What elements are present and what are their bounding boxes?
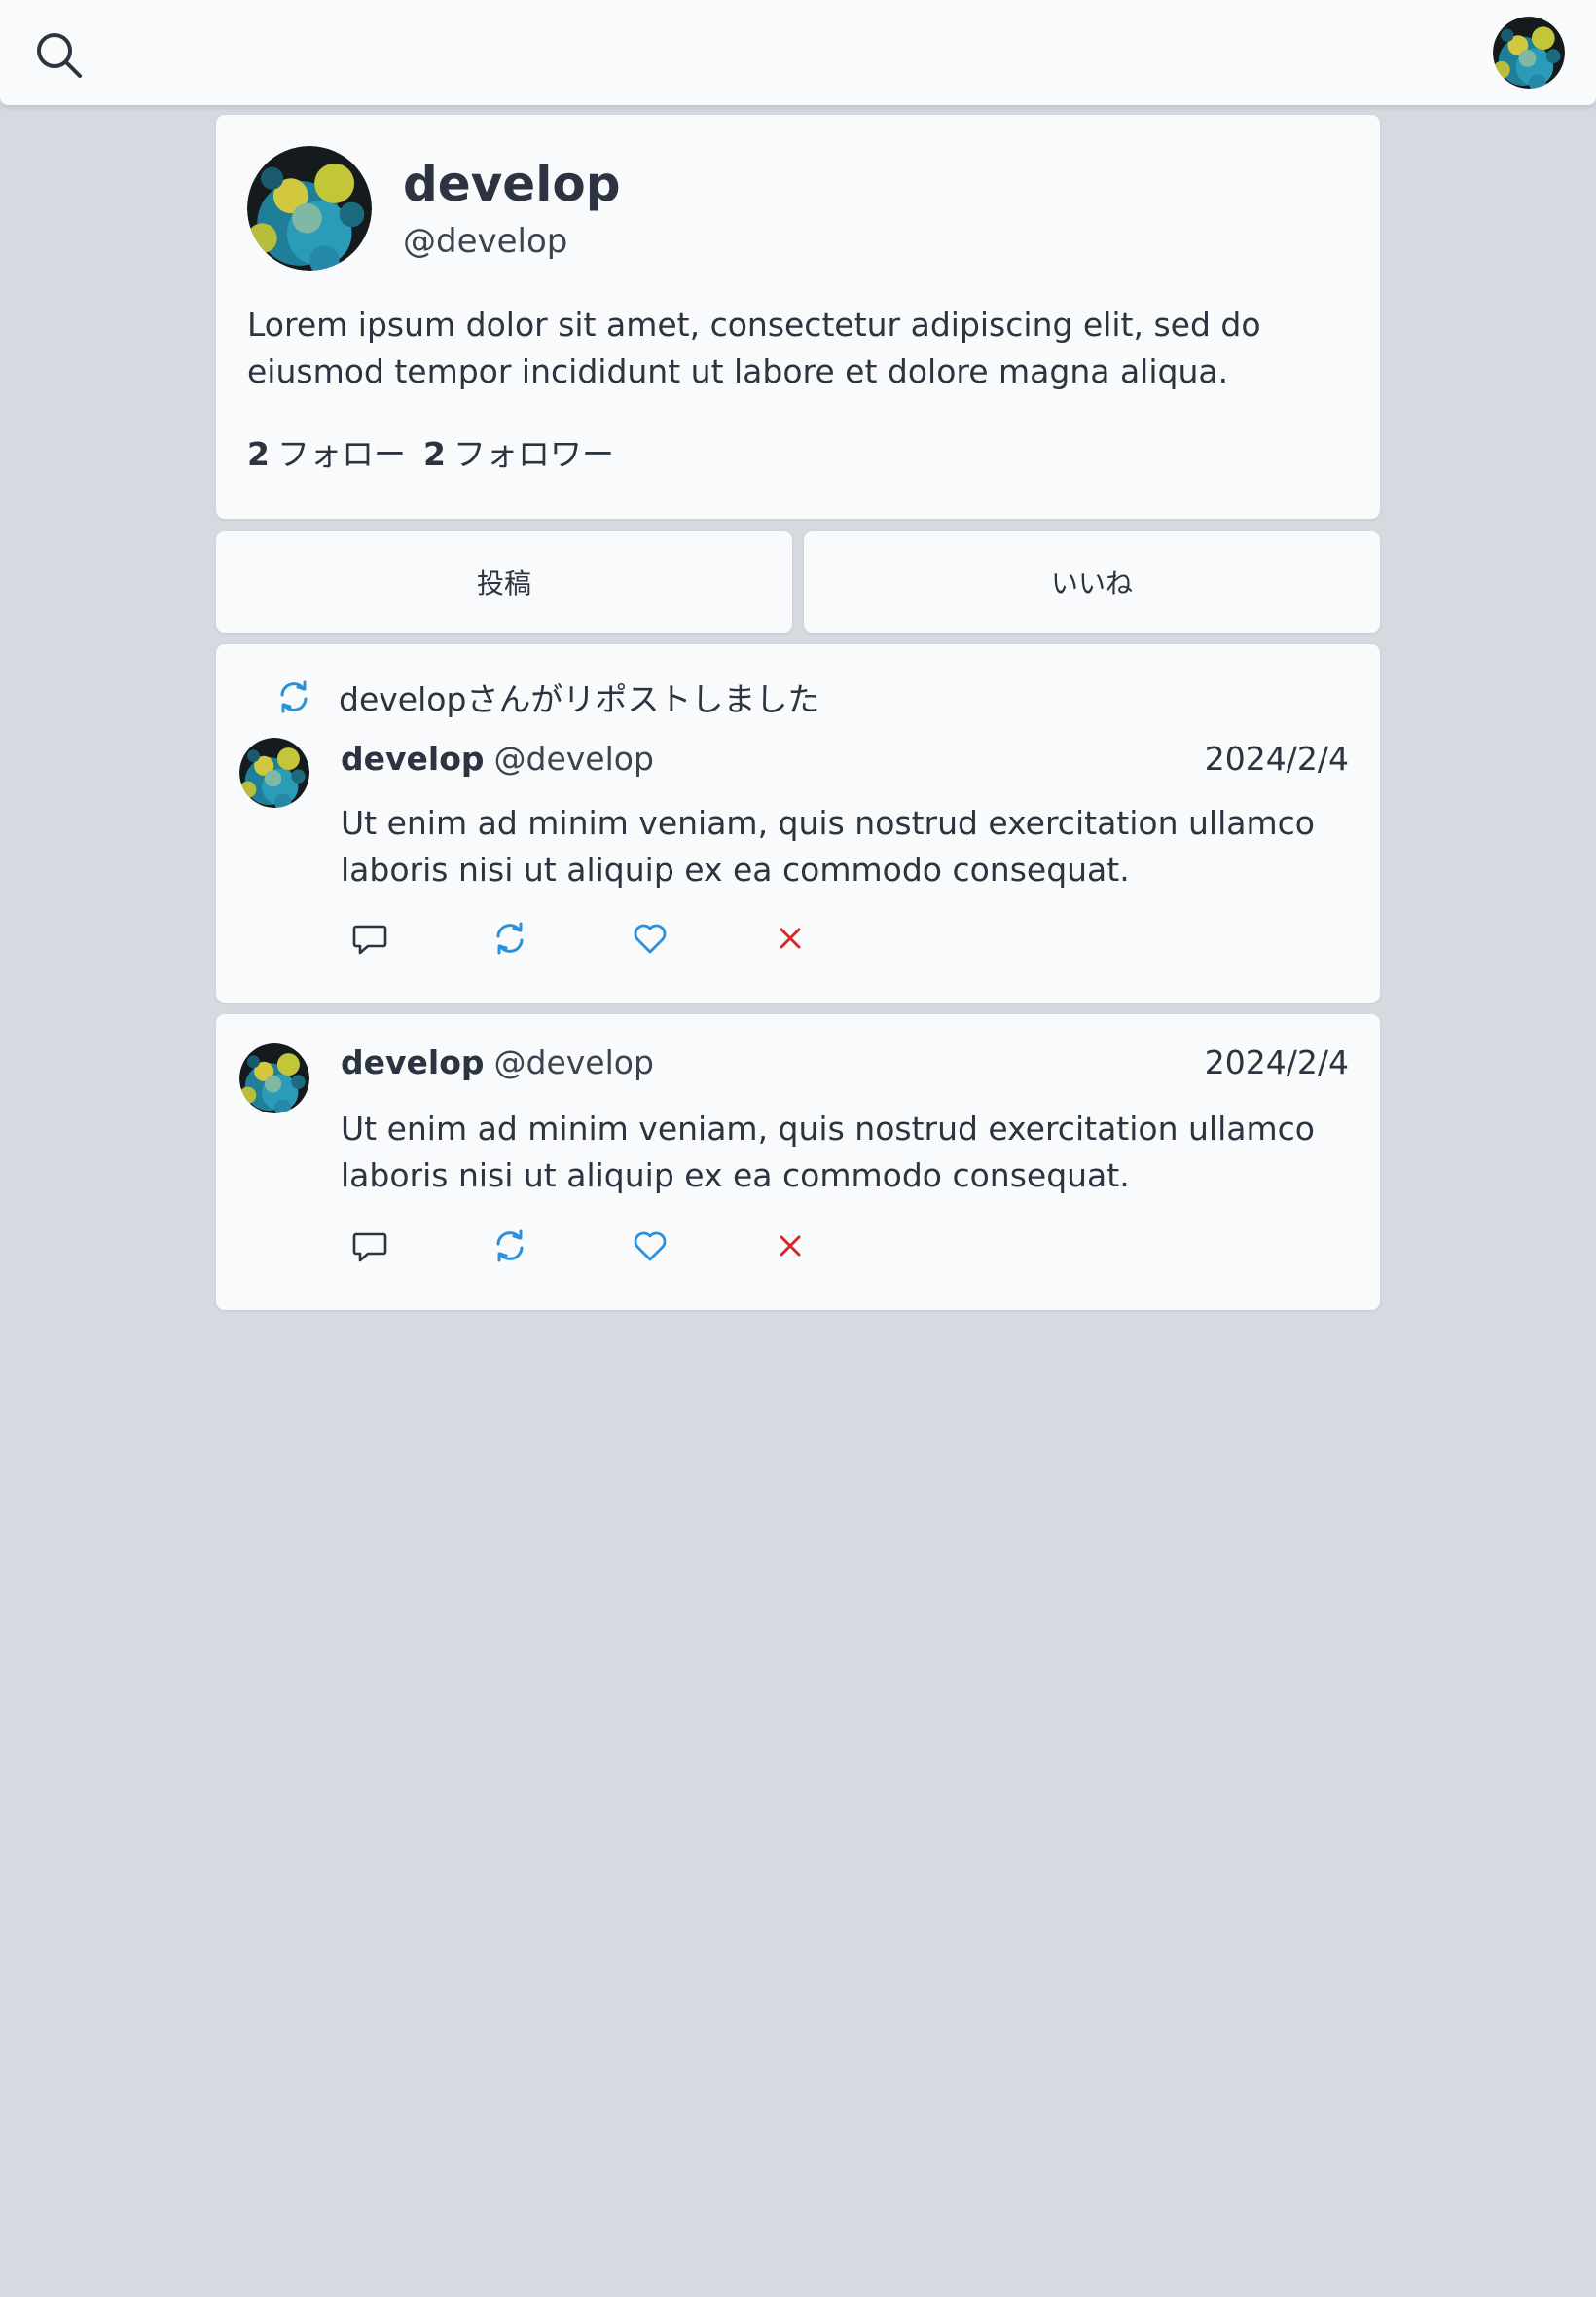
search-icon[interactable] (31, 27, 86, 82)
profile-bio: Lorem ipsum dolor sit amet, consectetur … (247, 306, 1261, 390)
post-author[interactable]: develop (341, 740, 485, 778)
reply-icon[interactable] (350, 919, 389, 958)
reply-icon[interactable] (350, 1226, 389, 1265)
followers-count: 2 (422, 435, 446, 473)
profile-stats: 2 フォロー 2 フォロワー (247, 428, 614, 475)
followers-link[interactable]: 2 フォロワー (423, 428, 614, 475)
post-date: 2024/2/4 (1204, 1043, 1349, 1081)
following-count: 2 (247, 435, 270, 473)
like-icon[interactable] (631, 919, 670, 958)
top-bar (0, 0, 1596, 105)
profile-name: develop (403, 156, 621, 212)
following-label: フォロー (276, 435, 406, 473)
post-header: develop @develop 2024/2/4 (341, 1043, 1349, 1081)
profile-handle: @develop (403, 222, 568, 261)
repost-label: developさんがリポストしました (339, 680, 820, 718)
post-header: develop @develop 2024/2/4 (341, 740, 1349, 778)
profile-avatar (247, 146, 372, 271)
tab-posts[interactable]: 投稿 (216, 531, 792, 633)
post-actions (350, 919, 911, 958)
repost-button-icon[interactable] (490, 919, 529, 958)
delete-icon[interactable] (771, 919, 810, 958)
post-author[interactable]: develop (341, 1043, 485, 1081)
repost-icon (280, 680, 308, 713)
post-date: 2024/2/4 (1204, 740, 1349, 778)
post-body: Ut enim ad minim veniam, quis nostrud ex… (341, 1110, 1315, 1194)
post-actions (350, 1226, 911, 1265)
repost-indicator: developさんがリポストしました (274, 677, 819, 718)
profile-card: develop @develop Lorem ipsum dolor sit a… (216, 115, 1380, 519)
post-handle: @develop (493, 1043, 654, 1081)
user-avatar[interactable] (1493, 17, 1565, 89)
post-handle: @develop (493, 740, 654, 778)
post-avatar[interactable] (239, 738, 309, 808)
like-icon[interactable] (631, 1226, 670, 1265)
repost-button-icon[interactable] (490, 1226, 529, 1265)
tab-likes[interactable]: いいね (804, 531, 1380, 633)
post-avatar[interactable] (239, 1043, 309, 1113)
followers-label: フォロワー (453, 435, 614, 473)
delete-icon[interactable] (771, 1226, 810, 1265)
post-card: developさんがリポストしました develop @develop 2024/… (216, 644, 1380, 1003)
post-body: Ut enim ad minim veniam, quis nostrud ex… (341, 804, 1315, 889)
following-link[interactable]: 2 フォロー (247, 428, 406, 475)
post-card: develop @develop 2024/2/4 Ut enim ad mini… (216, 1014, 1380, 1310)
